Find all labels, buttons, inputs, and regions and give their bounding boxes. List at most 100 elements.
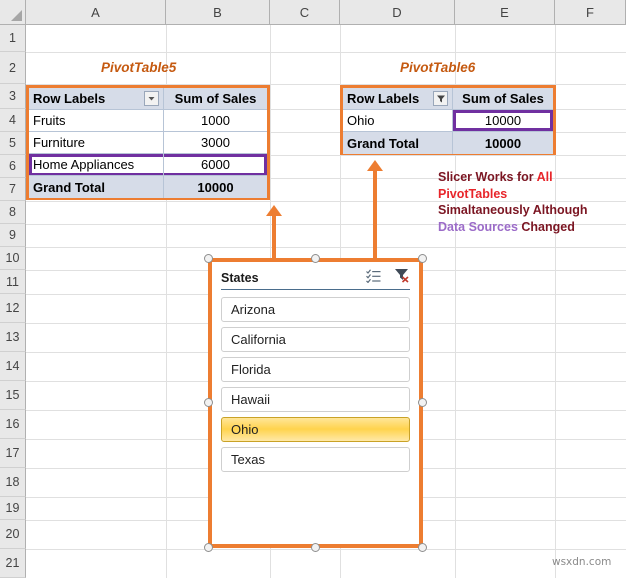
column-header-f-label: F — [586, 4, 594, 20]
slicer-handle-top-center[interactable] — [311, 254, 320, 263]
row-header-2[interactable]: 2 — [0, 52, 26, 84]
row-header-20[interactable]: 20 — [0, 520, 26, 549]
column-header-d[interactable]: D — [340, 0, 455, 25]
row-header-11[interactable]: 11 — [0, 270, 26, 294]
row-header-19-label: 19 — [5, 501, 20, 515]
row-header-4[interactable]: 4 — [0, 109, 26, 132]
slicer-handle-middle-left[interactable] — [204, 398, 213, 407]
slicer-item-ohio-label: Ohio — [231, 422, 259, 437]
column-header-e-label: E — [500, 4, 509, 20]
column-header-f[interactable]: F — [555, 0, 626, 25]
pivot-table-6-header-row-labels[interactable]: Row Labels — [343, 88, 453, 110]
row-header-11-label: 11 — [6, 274, 19, 289]
column-header-a-label: A — [91, 4, 100, 20]
pivot-table-6-row-ohio[interactable]: Ohio 10000 — [343, 110, 553, 132]
row-header-8[interactable]: 8 — [0, 201, 26, 224]
slicer-handle-middle-right[interactable] — [418, 398, 427, 407]
row-header-20-label: 20 — [5, 527, 20, 541]
pivot-table-6-grand-total-label: Grand Total — [343, 132, 453, 154]
pivot-table-5[interactable]: Row Labels Sum of Sales Fruits 1000 Furn… — [26, 85, 270, 200]
pivot-table-5-row-labels-text: Row Labels — [33, 91, 106, 106]
slicer-item-florida[interactable]: Florida — [221, 357, 410, 382]
pivot-table-5-sum-of-sales-text: Sum of Sales — [174, 91, 257, 106]
annotation-line-4: Data Sources Changed — [438, 219, 626, 236]
row-header-8-label: 8 — [9, 205, 16, 219]
slicer-item-hawaii[interactable]: Hawaii — [221, 387, 410, 412]
pivot-table-5-cell-value-0: 1000 — [164, 110, 267, 132]
pivot-table-6-row-labels-text: Row Labels — [347, 91, 420, 106]
slicer-handle-bottom-left[interactable] — [204, 543, 213, 552]
slicer-item-texas[interactable]: Texas — [221, 447, 410, 472]
row-header-17[interactable]: 17 — [0, 439, 26, 468]
row-header-18[interactable]: 18 — [0, 468, 26, 497]
row-header-21[interactable]: 21 — [0, 549, 26, 578]
pivot-table-5-header-sum-of-sales: Sum of Sales — [164, 88, 267, 110]
pivot-table-5-cell-value-1: 3000 — [164, 132, 267, 154]
funnel-filter-icon[interactable] — [433, 91, 448, 106]
states-slicer[interactable]: States Arizona California Florida Hawaii… — [208, 258, 423, 548]
slicer-item-arizona[interactable]: Arizona — [221, 297, 410, 322]
clear-filter-icon[interactable] — [394, 268, 410, 288]
pivot-table-5-header-row-labels[interactable]: Row Labels — [29, 88, 164, 110]
annotation-line-2: PivotTables — [438, 186, 508, 201]
slicer-handle-top-left[interactable] — [204, 254, 213, 263]
row-header-1[interactable]: 1 — [0, 25, 26, 52]
slicer-handle-bottom-center[interactable] — [311, 543, 320, 552]
pivot-table-5-row-furniture[interactable]: Furniture 3000 — [29, 132, 267, 154]
row-header-9[interactable]: 9 — [0, 224, 26, 247]
slicer-item-ohio[interactable]: Ohio — [221, 417, 410, 442]
states-slicer-items: Arizona California Florida Hawaii Ohio T… — [221, 297, 410, 472]
slicer-item-arizona-label: Arizona — [231, 302, 276, 317]
slicer-item-california[interactable]: California — [221, 327, 410, 352]
row-header-10-label: 10 — [5, 251, 20, 265]
column-header-e[interactable]: E — [455, 0, 555, 25]
pivot-table-5-cell-label-0: Fruits — [29, 110, 164, 132]
row-header-16[interactable]: 16 — [0, 410, 26, 439]
annotation-text: Slicer Works for All PivotTables Simalta… — [438, 169, 626, 235]
column-header-a[interactable]: A — [26, 0, 166, 25]
pivot-table-6-grand-total-row: Grand Total 10000 — [343, 132, 553, 154]
pivot-table-5-row-home-appliances[interactable]: Home Appliances 6000 — [29, 154, 267, 176]
dropdown-arrow-icon[interactable] — [144, 91, 159, 106]
slicer-item-hawaii-label: Hawaii — [231, 392, 271, 407]
row-header-6-label: 6 — [9, 159, 16, 173]
pivot-table-5-cell-label-1: Furniture — [29, 132, 164, 154]
select-all-corner[interactable] — [0, 0, 26, 25]
row-header-13[interactable]: 13 — [0, 323, 26, 352]
column-header-c-label: C — [299, 4, 310, 20]
row-header-3-label: 3 — [9, 89, 16, 103]
row-header-5-label: 5 — [9, 136, 16, 150]
row-header-7[interactable]: 7 — [0, 178, 26, 201]
pivot-table-6[interactable]: Row Labels Sum of Sales Ohio 10000 Grand… — [340, 85, 556, 155]
pivot-table-6-header-row: Row Labels Sum of Sales — [343, 88, 553, 110]
pivot-table-5-row-fruits[interactable]: Fruits 1000 — [29, 110, 267, 132]
row-header-10[interactable]: 10 — [0, 247, 26, 270]
slicer-handle-top-right[interactable] — [418, 254, 427, 263]
excel-worksheet: A B C D E F 1 2 3 4 5 6 7 8 9 10 11 12 1… — [0, 0, 626, 578]
slicer-item-texas-label: Texas — [231, 452, 265, 467]
annotation-line-4-a: Data Sources — [438, 219, 522, 234]
pivot-table-6-title: PivotTable6 — [400, 60, 476, 75]
row-header-3[interactable]: 3 — [0, 84, 26, 109]
row-header-6[interactable]: 6 — [0, 155, 26, 178]
annotation-line-1: Slicer Works for All — [438, 169, 626, 186]
row-header-12[interactable]: 12 — [0, 294, 26, 323]
states-slicer-title: States — [221, 271, 259, 285]
clear-filter-glyph — [395, 269, 409, 283]
row-header-19[interactable]: 19 — [0, 497, 26, 520]
row-header-2-label: 2 — [9, 60, 16, 75]
multi-select-checklist-icon[interactable] — [366, 268, 381, 288]
states-slicer-header: States — [221, 268, 410, 290]
slicer-handle-bottom-right[interactable] — [418, 543, 427, 552]
pivot-table-6-cell-label-0: Ohio — [343, 110, 453, 132]
row-header-15[interactable]: 15 — [0, 381, 26, 410]
pivot-table-6-grand-total-value: 10000 — [484, 135, 522, 151]
pivot-table-5-cell-value-2: 6000 — [164, 154, 267, 176]
gridline-h-1 — [26, 52, 626, 53]
column-header-b[interactable]: B — [166, 0, 270, 25]
gridline-h-9 — [26, 247, 626, 248]
row-header-14[interactable]: 14 — [0, 352, 26, 381]
row-header-5[interactable]: 5 — [0, 132, 26, 155]
column-header-c[interactable]: C — [270, 0, 340, 25]
pivot-table-5-title: PivotTable5 — [101, 60, 177, 75]
